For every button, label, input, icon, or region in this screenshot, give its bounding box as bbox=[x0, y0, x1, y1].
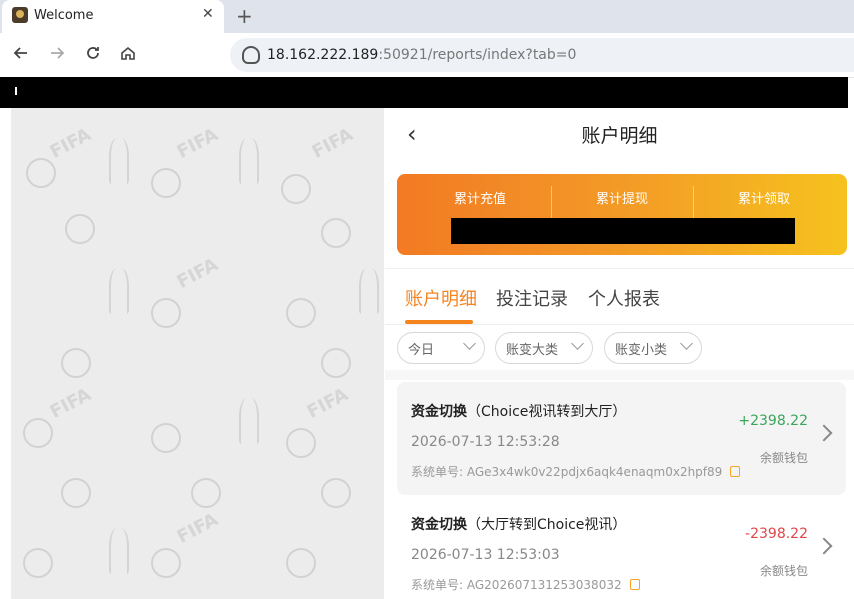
football-icon bbox=[286, 428, 316, 458]
football-icon bbox=[321, 218, 351, 248]
record-wallet: 余额钱包 bbox=[759, 564, 808, 578]
trophy-icon bbox=[239, 398, 259, 444]
football-icon bbox=[151, 548, 181, 578]
trophy-icon bbox=[239, 138, 259, 184]
divider bbox=[385, 268, 854, 269]
chevron-down-icon bbox=[680, 337, 693, 350]
fifa-logo: FIFA bbox=[173, 124, 222, 163]
football-icon bbox=[151, 298, 181, 328]
record-time: 2026-07-13 12:53:28 bbox=[411, 434, 560, 450]
fifa-logo: FIFA bbox=[46, 124, 95, 163]
summary-withdraw-label: 累计提现 bbox=[595, 192, 648, 207]
copy-icon[interactable] bbox=[629, 579, 640, 590]
football-icon bbox=[286, 548, 316, 578]
chevron-down-icon bbox=[463, 337, 476, 350]
filter-date-select[interactable]: 今日 bbox=[397, 332, 485, 364]
url-text: 18.162.222.189:50921/reports/index?tab=0 bbox=[267, 47, 577, 63]
fifa-logo: FIFA bbox=[303, 384, 352, 423]
football-icon bbox=[26, 158, 56, 188]
filter-category-select[interactable]: 账变大类 bbox=[495, 332, 593, 364]
football-icon bbox=[321, 348, 351, 378]
filter-category-label: 账变大类 bbox=[506, 343, 559, 358]
trophy-icon bbox=[109, 528, 129, 574]
tab-personal-report[interactable]: 个人报表 bbox=[588, 285, 660, 311]
summary-recharge-label: 累计充值 bbox=[453, 192, 506, 207]
background-pattern: FIFA FIFA FIFA FIFA FIFA FIFA FIFA bbox=[11, 108, 384, 599]
trophy-icon bbox=[109, 268, 129, 314]
record-amount: +2398.22 bbox=[738, 413, 808, 429]
account-detail-page: ‹ 账户明细 累计充值 累计提现 累计领取 账户明细 投注记录 个人报表 今日 … bbox=[385, 108, 854, 599]
tab-bet-records[interactable]: 投注记录 bbox=[496, 285, 568, 311]
record-title: 资金切换（大厅转到Choice视讯） bbox=[411, 517, 627, 533]
football-icon bbox=[61, 478, 91, 508]
fifa-logo: FIFA bbox=[46, 384, 95, 423]
forward-arrow-icon[interactable] bbox=[48, 44, 66, 62]
record-wallet: 余额钱包 bbox=[759, 451, 808, 465]
redacted-amounts bbox=[451, 218, 795, 244]
redacted-bar bbox=[0, 77, 848, 108]
filter-date-label: 今日 bbox=[408, 343, 435, 358]
football-icon bbox=[151, 168, 181, 198]
record-item[interactable]: 资金切换（Choice视讯转到大厅） 2026-07-13 12:53:28 系… bbox=[397, 382, 846, 495]
tab-title: Welcome bbox=[34, 8, 94, 23]
tab-account-detail[interactable]: 账户明细 bbox=[405, 285, 477, 311]
copy-icon[interactable] bbox=[730, 466, 741, 477]
chevron-right-icon[interactable] bbox=[815, 537, 833, 555]
record-time: 2026-07-13 12:53:03 bbox=[411, 547, 560, 563]
record-item[interactable]: 资金切换（大厅转到Choice视讯） 2026-07-13 12:53:03 系… bbox=[397, 495, 846, 599]
record-order: 系统单号: AGe3x4wk0v22pdjx6aqk4enaqm0x2hpf89 bbox=[411, 463, 741, 480]
trophy-icon bbox=[359, 268, 379, 314]
page-title: 账户明细 bbox=[581, 125, 658, 147]
fifa-logo: FIFA bbox=[173, 254, 222, 293]
browser-tabbar: Welcome ✕ + bbox=[0, 0, 854, 33]
summary-claim-label: 累计领取 bbox=[737, 192, 790, 207]
football-icon bbox=[151, 423, 181, 453]
football-icon bbox=[61, 348, 91, 378]
football-icon bbox=[286, 298, 316, 328]
filter-subcategory-select[interactable]: 账变小类 bbox=[604, 332, 702, 364]
browser-toolbar: 18.162.222.189:50921/reports/index?tab=0 bbox=[0, 33, 854, 78]
back-arrow-icon[interactable] bbox=[12, 44, 30, 62]
chevron-down-icon bbox=[571, 337, 584, 350]
fifa-logo: FIFA bbox=[308, 124, 357, 163]
football-icon bbox=[23, 548, 53, 578]
football-icon bbox=[321, 478, 351, 508]
trophy-icon bbox=[109, 138, 129, 184]
site-info-icon[interactable] bbox=[242, 46, 260, 64]
record-title: 资金切换（Choice视讯转到大厅） bbox=[411, 404, 627, 420]
tab-close-icon[interactable]: ✕ bbox=[202, 6, 214, 22]
address-bar[interactable]: 18.162.222.189:50921/reports/index?tab=0 bbox=[230, 38, 854, 72]
filter-subcategory-label: 账变小类 bbox=[615, 343, 668, 358]
fifa-logo: FIFA bbox=[173, 509, 222, 548]
home-icon[interactable] bbox=[119, 44, 137, 62]
new-tab-icon[interactable]: + bbox=[236, 4, 253, 28]
record-amount: -2398.22 bbox=[745, 526, 808, 542]
record-order: 系统单号: AG202607131253038032 bbox=[411, 576, 640, 593]
chevron-right-icon[interactable] bbox=[815, 424, 833, 442]
divider bbox=[385, 324, 854, 325]
summary-card: 累计充值 累计提现 累计领取 bbox=[397, 174, 847, 255]
football-icon bbox=[281, 174, 311, 204]
section-gap bbox=[385, 370, 854, 380]
football-icon bbox=[191, 478, 221, 508]
site-favicon-icon bbox=[12, 7, 28, 23]
football-icon bbox=[23, 418, 53, 448]
reload-icon[interactable] bbox=[84, 44, 102, 62]
football-icon bbox=[65, 214, 95, 244]
browser-tab[interactable]: Welcome ✕ bbox=[2, 0, 224, 33]
